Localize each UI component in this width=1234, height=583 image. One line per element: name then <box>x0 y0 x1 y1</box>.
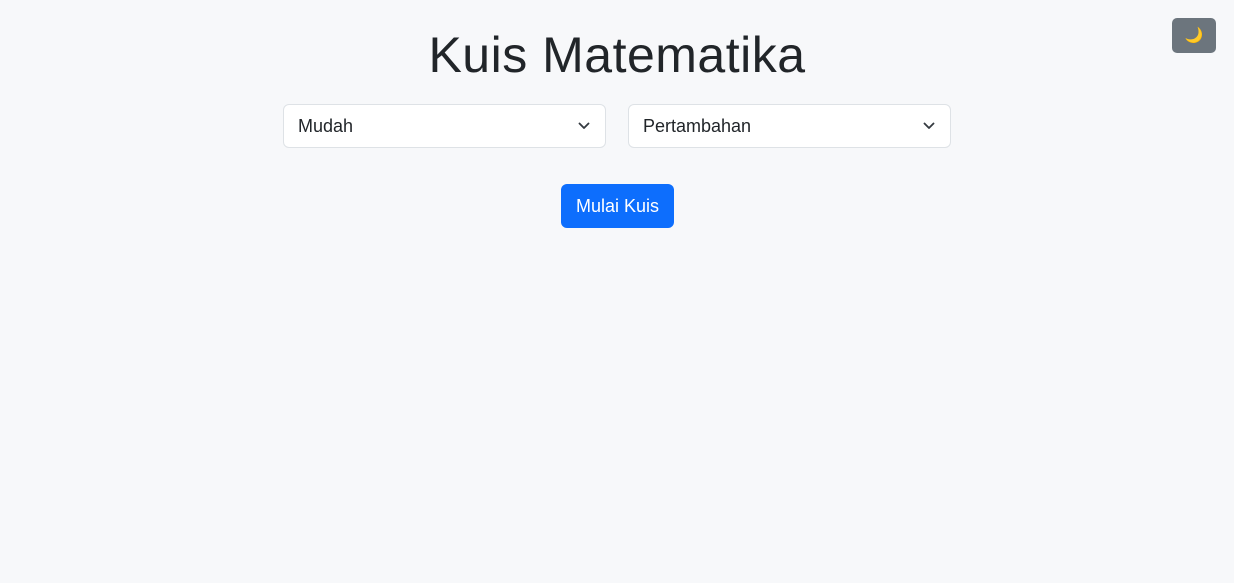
chevron-down-icon <box>577 119 591 133</box>
operation-select[interactable]: Pertambahan <box>628 104 951 148</box>
operation-select-value: Pertambahan <box>643 115 752 136</box>
difficulty-select-value: Mudah <box>298 115 354 136</box>
difficulty-select[interactable]: Mudah <box>283 104 606 148</box>
start-quiz-button[interactable]: Mulai Kuis <box>561 184 674 228</box>
chevron-down-icon <box>922 119 936 133</box>
page-title: Kuis Matematika <box>428 27 806 83</box>
quiz-page: 🌙 Kuis Matematika Mudah Pertambahan Mula… <box>0 0 1234 583</box>
